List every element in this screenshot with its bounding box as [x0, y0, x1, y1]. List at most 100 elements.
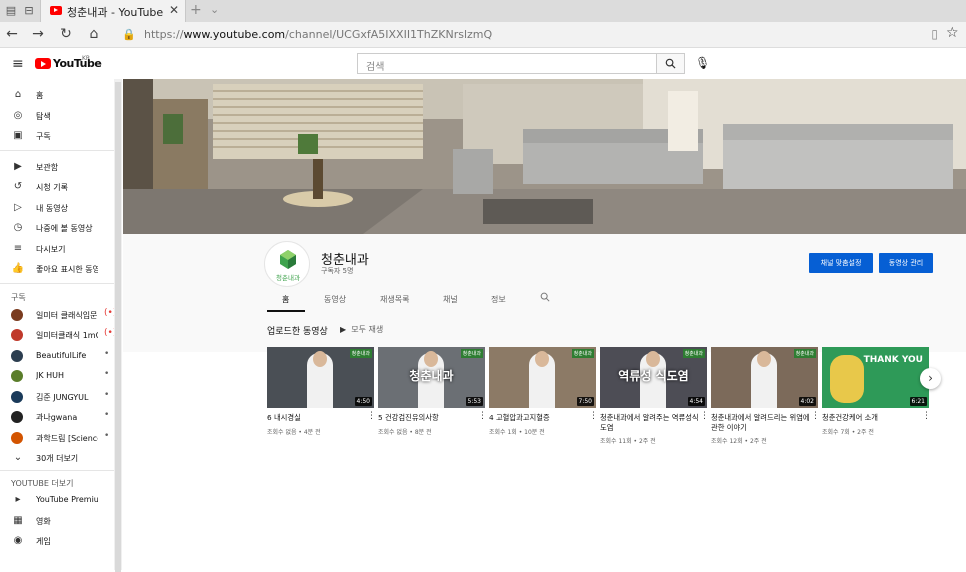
video-thumbnail[interactable]: 청춘내과 4:02 [711, 347, 818, 408]
show-more-button[interactable]: ⌄ 30개 더보기 [0, 448, 114, 468]
my-videos-icon: ▷ [14, 201, 22, 213]
subscription-item[interactable]: BeautifulLife • [0, 346, 114, 366]
youtube-logo-icon[interactable] [35, 58, 51, 69]
more-options-icon[interactable]: ⋮ [700, 411, 709, 421]
doctor-head [646, 351, 660, 367]
video-title[interactable]: 청춘내과에서 알려드리는 위염에 관한 이야기 [711, 413, 811, 433]
address-bar[interactable]: 🔒 https://www.youtube.com/channel/UCGxfA… [116, 25, 946, 45]
subscription-item[interactable]: JK HUH • [0, 366, 114, 386]
more-options-icon[interactable]: ⋮ [478, 411, 487, 421]
more-options-icon[interactable]: ⋮ [811, 411, 820, 421]
video-thumbnail[interactable]: 청춘내과 7:50 [489, 347, 596, 408]
sidebar-item-library-3[interactable]: ◷ 나중에 볼 동영상 [0, 218, 114, 238]
subscriptions-icon: ▣ [13, 130, 23, 141]
youtube-logo-text[interactable]: YouTube [53, 57, 102, 70]
doctor-head [313, 351, 327, 367]
sidebar-item-more-2[interactable]: ◉ 게임 [0, 531, 114, 551]
video-card[interactable]: THANK YOU 6:21 청춘건강케어 소개 조회수 7회 • 2주 전 ⋮ [822, 347, 931, 447]
video-title[interactable]: 4 고혈압과고지혈증 [489, 413, 589, 423]
sidebar-item-main-0[interactable]: ⌂ 홈 [0, 85, 114, 105]
home-browser-icon[interactable]: ⌂ [85, 26, 103, 42]
video-thumbnail[interactable]: 역류성 식도염 청춘내과 4:54 [600, 347, 707, 408]
video-thumbnail[interactable]: 청춘내과 4:50 [267, 347, 374, 408]
tabs-aside-icon[interactable]: ⊟ [22, 4, 36, 18]
tab-channels[interactable]: 채널 [443, 294, 458, 305]
live-indicator: • [104, 410, 110, 420]
subscription-item[interactable]: 과학드림 [Science ... • [0, 428, 114, 448]
browser-tab[interactable]: 청춘내과 - YouTube ✕ [40, 0, 186, 22]
video-thumbnail[interactable]: THANK YOU 6:21 [822, 347, 929, 408]
channel-avatar [11, 349, 23, 362]
sidebar-item-label: 시청 기록 [36, 183, 68, 192]
video-meta: 조회수 없음 • 8분 전 [378, 429, 432, 436]
play-icon: ▶ [340, 325, 347, 334]
next-arrow-button[interactable]: › [920, 368, 941, 389]
video-title[interactable]: 청춘건강케어 소개 [822, 413, 922, 423]
subscription-item[interactable]: 일미터클래식 1mC...(•) [0, 325, 116, 345]
video-thumbnail[interactable]: 청춘내과 청춘내과 5:53 [378, 347, 485, 408]
favorite-star-icon[interactable]: ☆ [946, 25, 959, 41]
video-card[interactable]: 청춘내과 7:50 4 고혈압과고지혈증 조회수 1회 • 10분 전 ⋮ [489, 347, 598, 447]
tab-home[interactable]: 홈 [282, 294, 289, 305]
sidebar-item-more-1[interactable]: ▦ 영화 [0, 511, 114, 531]
tab-playlists[interactable]: 재생목록 [380, 294, 409, 305]
channel-avatar[interactable]: 청춘내과 [264, 241, 310, 287]
sidebar-item-library-4[interactable]: ≡ 다시보기 [0, 239, 114, 259]
forward-icon[interactable]: → [29, 26, 47, 42]
youtube-header: ≡ YouTube KR 검색 🎙 [0, 49, 966, 79]
sidebar-item-label: 보관함 [36, 162, 59, 172]
youtube-favicon-icon [50, 6, 62, 15]
reading-view-icon[interactable]: ▯ [931, 27, 938, 41]
tab-actions-icon[interactable]: ▤ [4, 4, 18, 18]
play-all-button[interactable]: ▶ 모두 재생 [340, 324, 383, 335]
search-button[interactable] [656, 53, 685, 74]
uploads-section-title[interactable]: 업로드한 동영상 [267, 324, 328, 337]
subscription-item[interactable]: 김준 JUNGYUL • [0, 387, 114, 407]
more-options-icon[interactable]: ⋮ [367, 411, 376, 421]
subscription-item[interactable]: 과나gwana • [0, 407, 114, 427]
sidebar-item-main-1[interactable]: ◎ 탐색 [0, 106, 114, 126]
sidebar-scroll-thumb[interactable] [115, 82, 121, 572]
subscription-label: 일미터클래식 1mC... [36, 331, 98, 340]
channel-search-icon[interactable] [540, 292, 550, 304]
sidebar-item-library-0[interactable]: ▶ 보관함 [0, 157, 114, 177]
video-card[interactable]: 청춘내과 청춘내과 5:53 5 건강검진유의사항조회수 없음 • 8분 전 ⋮ [378, 347, 487, 447]
sidebar-item-label: 좋아요 표시한 동영상 [36, 265, 98, 274]
close-tab-icon[interactable]: ✕ [169, 3, 179, 17]
subscription-label: 일미터 클래식입문... [36, 310, 98, 320]
tab-about[interactable]: 정보 [491, 294, 506, 305]
menu-icon[interactable]: ≡ [12, 56, 24, 72]
video-card[interactable]: 역류성 식도염 청춘내과 4:54 청춘내과에서 알려주는 역류성식도염 조회수 11회… [600, 347, 709, 447]
more-options-icon[interactable]: ⋮ [589, 411, 598, 421]
sidebar-item-main-2[interactable]: ▣ 구독 [0, 126, 114, 146]
video-card[interactable]: 청춘내과 4:02 청춘내과에서 알려드리는 위염에 관한 이야기 조회수 12회 •… [711, 347, 820, 447]
watch-later-icon: ◷ [13, 222, 23, 233]
chevron-down-icon[interactable]: ⌄ [210, 3, 219, 16]
refresh-icon[interactable]: ↻ [57, 26, 75, 42]
back-icon[interactable]: ← [3, 26, 21, 42]
video-title[interactable]: 5 건강검진유의사항 [378, 413, 478, 423]
tab-videos[interactable]: 동영상 [324, 294, 346, 305]
live-indicator: • [104, 430, 110, 441]
video-card[interactable]: 청춘내과 4:50 6 내시경실 조회수 없음 • 4분 전 ⋮ [267, 347, 376, 447]
thumbnail-text: 청춘내과 [409, 369, 454, 383]
video-title[interactable]: 6 내시경실 [267, 413, 367, 423]
video-duration: 4:02 [798, 397, 816, 406]
sidebar-item-library-5[interactable]: 👍 좋아요 표시한 동영상 [0, 259, 114, 279]
video-title[interactable]: 청춘내과에서 알려주는 역류성식도염 [600, 413, 700, 433]
sidebar-item-more-0[interactable]: ▸ YouTube Premium [0, 490, 114, 510]
browser-tab-bar: ▤ ⊟ 청춘내과 - YouTube ✕ + ⌄ [0, 0, 966, 22]
movies-icon: ▦ [13, 514, 23, 526]
manage-videos-button[interactable]: 동영상 관리 [879, 253, 933, 273]
sidebar-item-library-2[interactable]: ▷ 내 동영상 [0, 198, 114, 218]
microphone-icon[interactable]: 🎙 [695, 56, 710, 70]
search-input[interactable]: 검색 [357, 53, 657, 74]
more-options-icon[interactable]: ⋮ [922, 411, 931, 421]
new-tab-icon[interactable]: + [190, 2, 202, 18]
customize-channel-button[interactable]: 채널 맞춤설정 [809, 253, 873, 273]
subscription-item[interactable]: 일미터 클래식입문...(•) [0, 305, 116, 325]
lock-icon: 🔒 [122, 28, 136, 41]
doctor-head [424, 351, 438, 367]
channel-banner [123, 79, 966, 234]
sidebar-item-library-1[interactable]: ↺ 시청 기록 [0, 177, 114, 197]
